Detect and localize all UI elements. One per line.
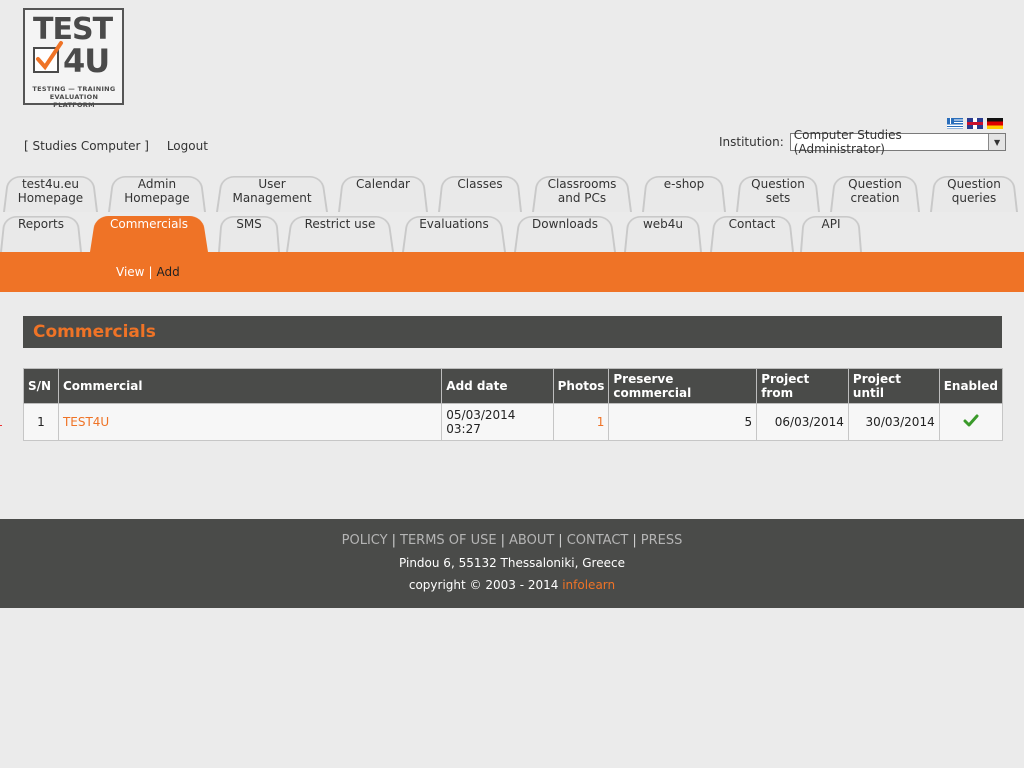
user-bar: [ Studies Computer ] Logout [24,139,208,153]
tab-label: Question [848,177,902,191]
column-header-sn[interactable]: S/N [23,368,59,404]
cell-project-from: 06/03/2014 [756,403,849,441]
column-header-commercial[interactable]: Commercial [57,368,443,404]
tab-web4u[interactable]: web4u [624,212,702,252]
page-title: Commercials [33,322,156,342]
footer-links: POLICY | TERMS OF USE | ABOUT | CONTACT | PRESS [0,533,1024,548]
user-name-link[interactable]: [ Studies Computer ] [24,139,149,153]
tab-e-shop[interactable]: e-shop [642,172,726,212]
tab-question-queries[interactable]: Question queries [930,172,1018,212]
tab-label: Classrooms [547,177,617,191]
column-header-add-date[interactable]: Add date [441,368,554,404]
tab-label: Question [947,177,1001,191]
column-header-project-until[interactable]: Project until [847,368,940,404]
tab-label: Admin [137,177,177,191]
cell-enabled [938,403,1004,441]
tab-admin-homepage[interactable]: Admin Homepage [108,172,206,212]
footer-link-about[interactable]: ABOUT [509,533,554,548]
tab-calendar[interactable]: Calendar [338,172,428,212]
footer-copyright: copyright © 2003 - 2014 infolearn [0,578,1024,592]
footer-separator: | [632,533,637,548]
footer-link-policy[interactable]: POLICY [342,533,388,548]
tab-label: Management [232,191,312,205]
footer: POLICY | TERMS OF USE | ABOUT | CONTACT | PRESS … [0,519,1024,608]
check-icon[interactable] [963,414,979,428]
tab-label: Classes [457,177,503,191]
commercials-table: S/N Commercial Add date Photos Preserve … [23,368,1004,441]
tab-downloads[interactable]: Downloads [514,212,616,252]
cell-project-until: 30/03/2014 [847,403,940,441]
main-tabs-row-2: Reports Commercials SMS Restrict use Eva… [0,212,1024,252]
table-row: 1 TEST4U 05/03/2014 03:27 1 5 06/03/2014… [23,403,1004,441]
commercial-link[interactable]: TEST4U [63,415,109,429]
tab-label: queries [951,191,997,205]
footer-separator: | [500,533,506,548]
cell-preserve: 5 [608,403,758,441]
table-header-row: S/N Commercial Add date Photos Preserve … [23,368,1004,404]
column-header-preserve[interactable]: Preserve commercial [608,368,758,404]
column-header-enabled[interactable]: Enabled [938,368,1004,404]
footer-link-contact[interactable]: CONTACT [567,533,629,548]
add-link[interactable]: Add [157,265,180,279]
chevron-down-icon[interactable]: ▼ [988,134,1005,150]
tab-label: sets [765,191,791,205]
logo-text-4u: 4U [63,42,110,80]
tab-label: Homepage [17,191,84,205]
test4u-logo[interactable]: TEST 4U TESTING — TRAINING EVALUATION PL… [23,8,124,109]
stray-mark [0,425,2,426]
tab-restrict-use[interactable]: Restrict use [286,212,394,252]
cell-photos: 1 [552,403,610,441]
checkmark-icon [33,41,63,73]
tab-label: e-shop [663,177,705,191]
tab-label: and PCs [557,191,607,205]
sub-navigation-bar: View | Add [0,252,1024,292]
tab-classrooms-and-pcs[interactable]: Classrooms and PCs [532,172,632,212]
column-header-project-from[interactable]: Project from [756,368,849,404]
main-tabs-row-1: test4u.eu Homepage Admin Homepage User Mana… [0,172,1024,212]
tab-label: Homepage [124,191,190,205]
copyright-text: copyright © 2003 - 2014 [408,578,559,592]
german-flag-icon[interactable] [987,118,1003,129]
footer-link-press[interactable]: PRESS [641,533,683,548]
institution-dropdown[interactable]: Computer Studies (Administrator) ▼ [789,128,1006,156]
tab-test4u-homepage[interactable]: test4u.eu Homepage [3,172,98,212]
footer-separator: | [391,533,396,548]
photos-link[interactable]: 1 [597,415,605,429]
tab-user-management[interactable]: User Management [216,172,328,212]
tab-label: Calendar [356,177,410,191]
tab-question-creation[interactable]: Question creation [830,172,920,212]
tab-label: Question [751,177,805,191]
infolearn-link[interactable]: infolearn [562,578,615,592]
institution-selector: Institution: Computer Studies (Administr… [719,128,1006,156]
tab-label: User [258,177,286,191]
tab-label: creation [850,191,900,205]
tab-api[interactable]: API [800,212,862,252]
logo-subtitle: TESTING — TRAINING EVALUATION PLATFORM [32,85,116,109]
tab-evaluations[interactable]: Evaluations [402,212,506,252]
footer-address: Pindou 6, 55132 Thessaloniki, Greece [399,556,625,570]
view-link[interactable]: View [116,265,144,279]
tab-sms[interactable]: SMS [218,212,280,252]
tab-question-sets[interactable]: Question sets [736,172,820,212]
cell-commercial: TEST4U [57,403,443,441]
tab-reports[interactable]: Reports [0,212,82,252]
footer-link-terms[interactable]: TERMS OF USE [400,533,497,548]
tab-contact[interactable]: Contact [710,212,794,252]
panel-header: Commercials [23,316,1002,348]
tab-commercials[interactable]: Commercials [90,212,208,252]
footer-separator: | [558,533,563,548]
column-header-photos[interactable]: Photos [552,368,610,404]
cell-add-date: 05/03/2014 03:27 [441,403,554,441]
institution-label: Institution: [719,135,784,149]
institution-value: Computer Studies (Administrator) [793,128,902,156]
subnav-separator: | [148,265,153,279]
logout-link[interactable]: Logout [167,139,208,153]
cell-sn: 1 [23,403,59,441]
tab-label: test4u.eu [21,177,80,191]
tab-classes[interactable]: Classes [438,172,522,212]
